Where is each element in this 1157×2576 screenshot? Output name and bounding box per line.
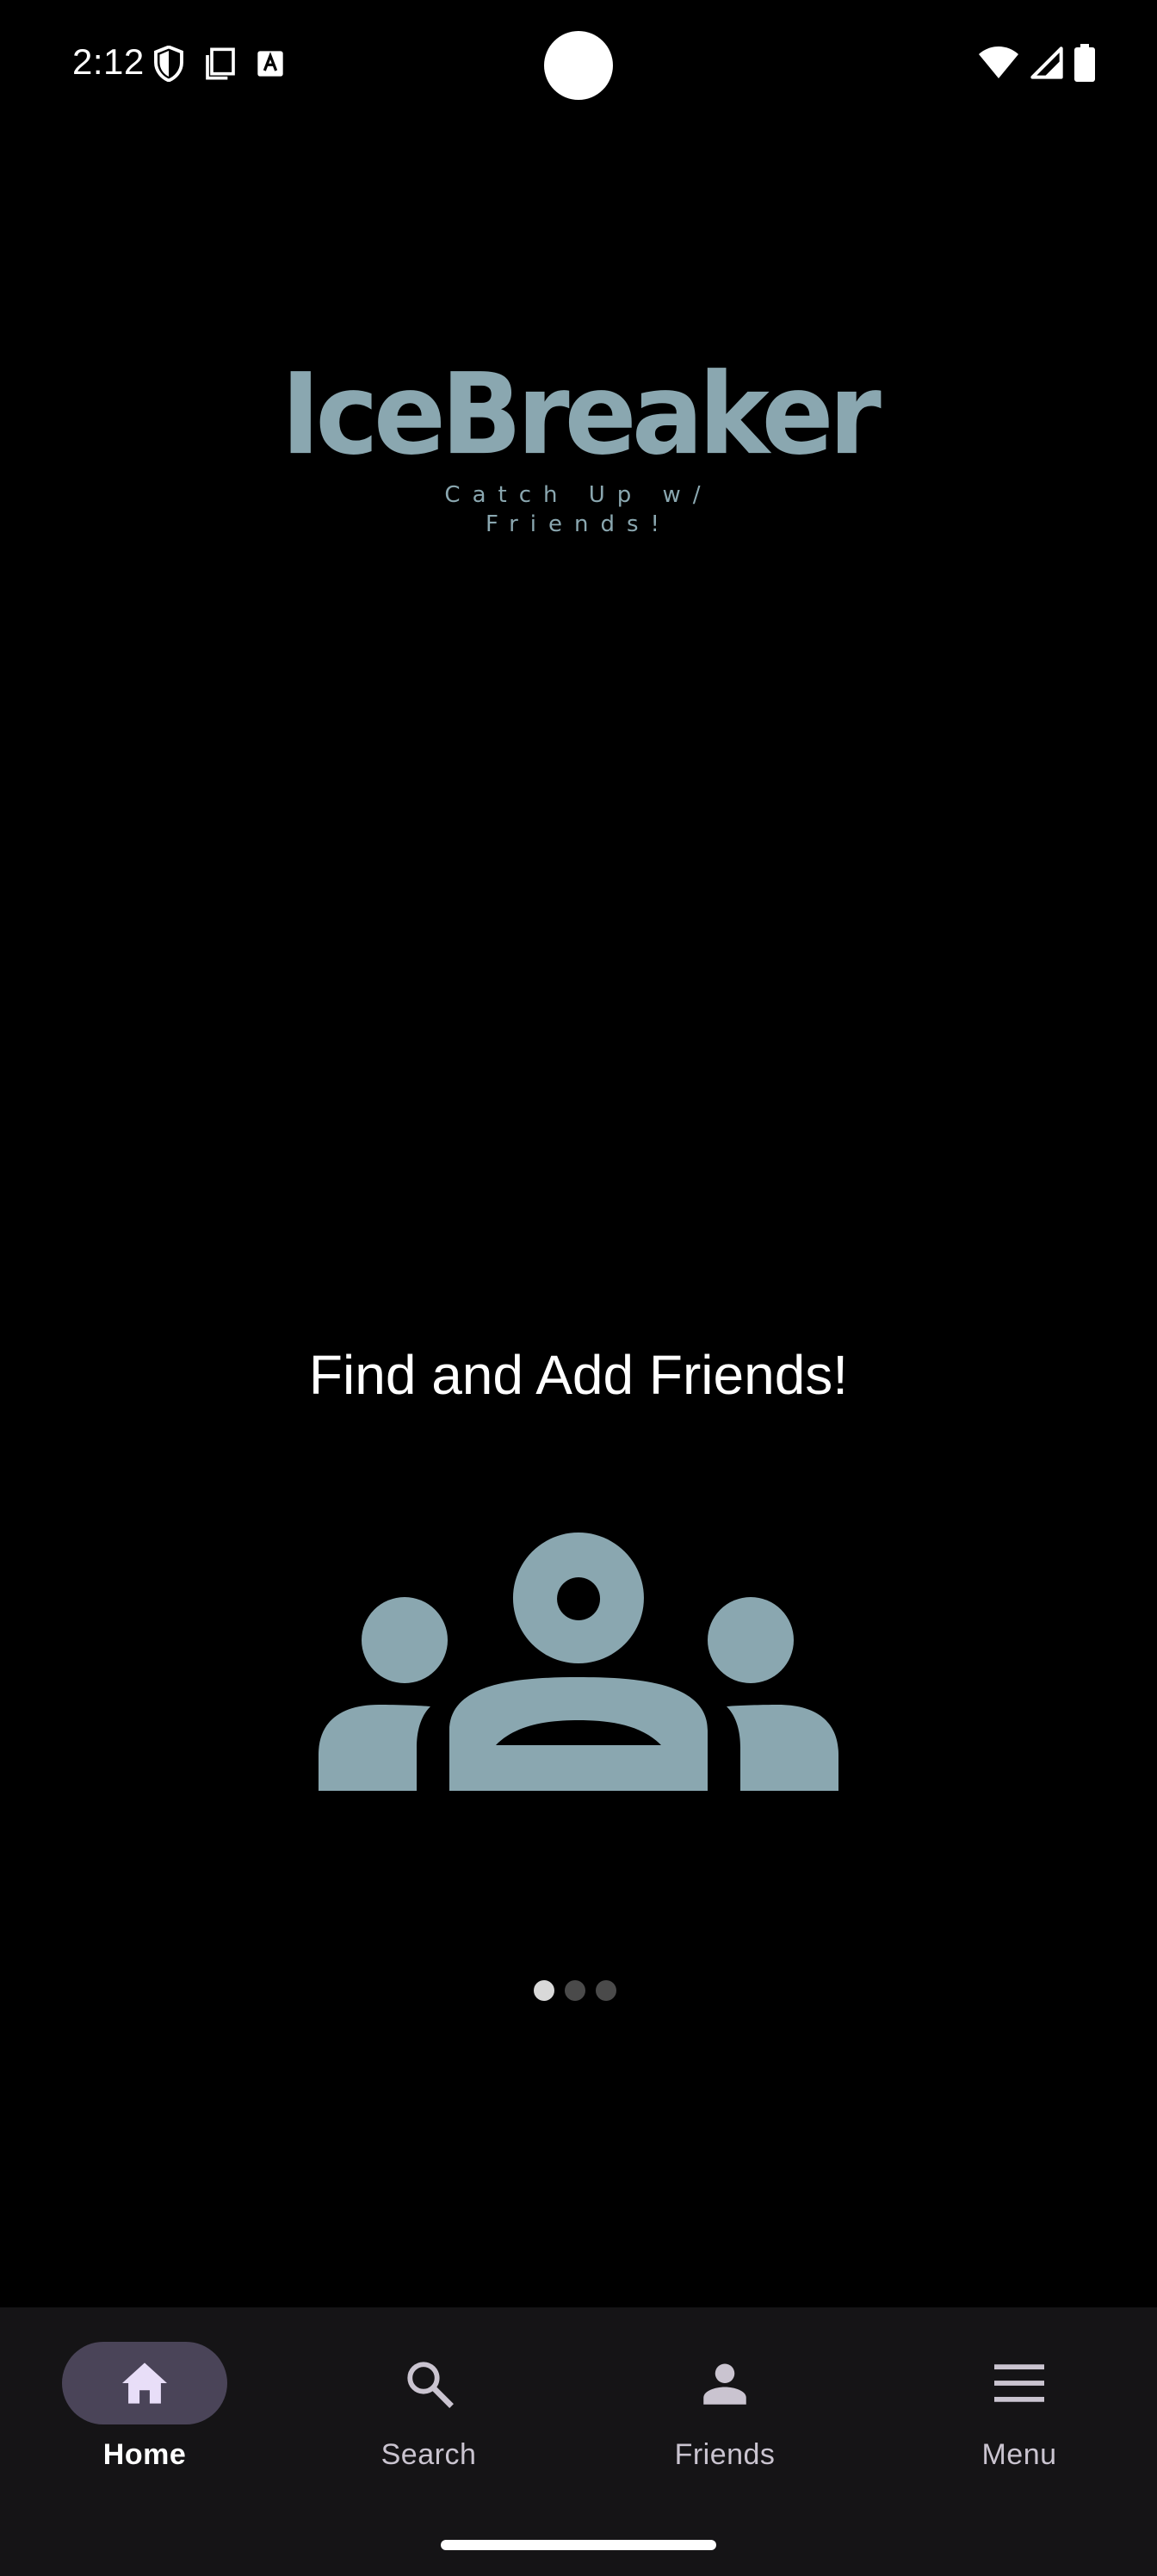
nav-label-menu: Menu [981,2438,1057,2471]
shield-icon [154,46,183,82]
nav-label-friends: Friends [674,2438,776,2471]
search-icon [407,2362,454,2408]
page-dot-3[interactable] [596,1980,616,2001]
nav-label-search: Search [381,2438,477,2471]
onboarding-headline: Find and Add Friends! [308,1344,849,1406]
menu-icon [994,2364,1044,2402]
wifi-icon [979,46,1018,78]
nav-pill-search[interactable] [346,2342,511,2424]
nav-item-menu[interactable]: Menu [875,2342,1157,2497]
page-dot-2[interactable] [565,1980,585,2001]
a-badge-icon [257,51,283,77]
page-indicator [534,1980,616,2006]
page-dot-1[interactable] [534,1980,554,2001]
home-icon [122,2362,167,2404]
status-right-icons [978,43,1095,83]
bottom-navigation: Home Search Friends Menu [0,2307,1157,2576]
camera-cutout [544,31,613,100]
nav-item-search[interactable]: Search [284,2342,573,2497]
gesture-handle[interactable] [441,2540,716,2550]
signal-icon [1030,46,1063,79]
logo-tagline: Catch Up w/ Friends! [444,482,713,537]
nav-item-home[interactable]: Home [0,2342,289,2497]
nav-pill-friends[interactable] [642,2342,807,2424]
status-left-icons [153,45,284,83]
nav-label-home: Home [102,2438,187,2471]
nav-item-friends[interactable]: Friends [580,2342,869,2497]
app-logo: IceBreaker Catch Up w/ Friends! [0,350,1157,551]
copy-icon [206,47,235,80]
status-bar: 2:12 [0,0,1157,129]
battery-icon [1074,44,1095,82]
logo-title: IceBreaker [281,350,882,480]
group-icon [319,1533,838,1791]
person-icon [703,2363,746,2405]
nav-pill-menu[interactable] [937,2342,1102,2424]
nav-pill-home[interactable] [62,2342,227,2424]
status-time: 2:12 [72,41,145,82]
